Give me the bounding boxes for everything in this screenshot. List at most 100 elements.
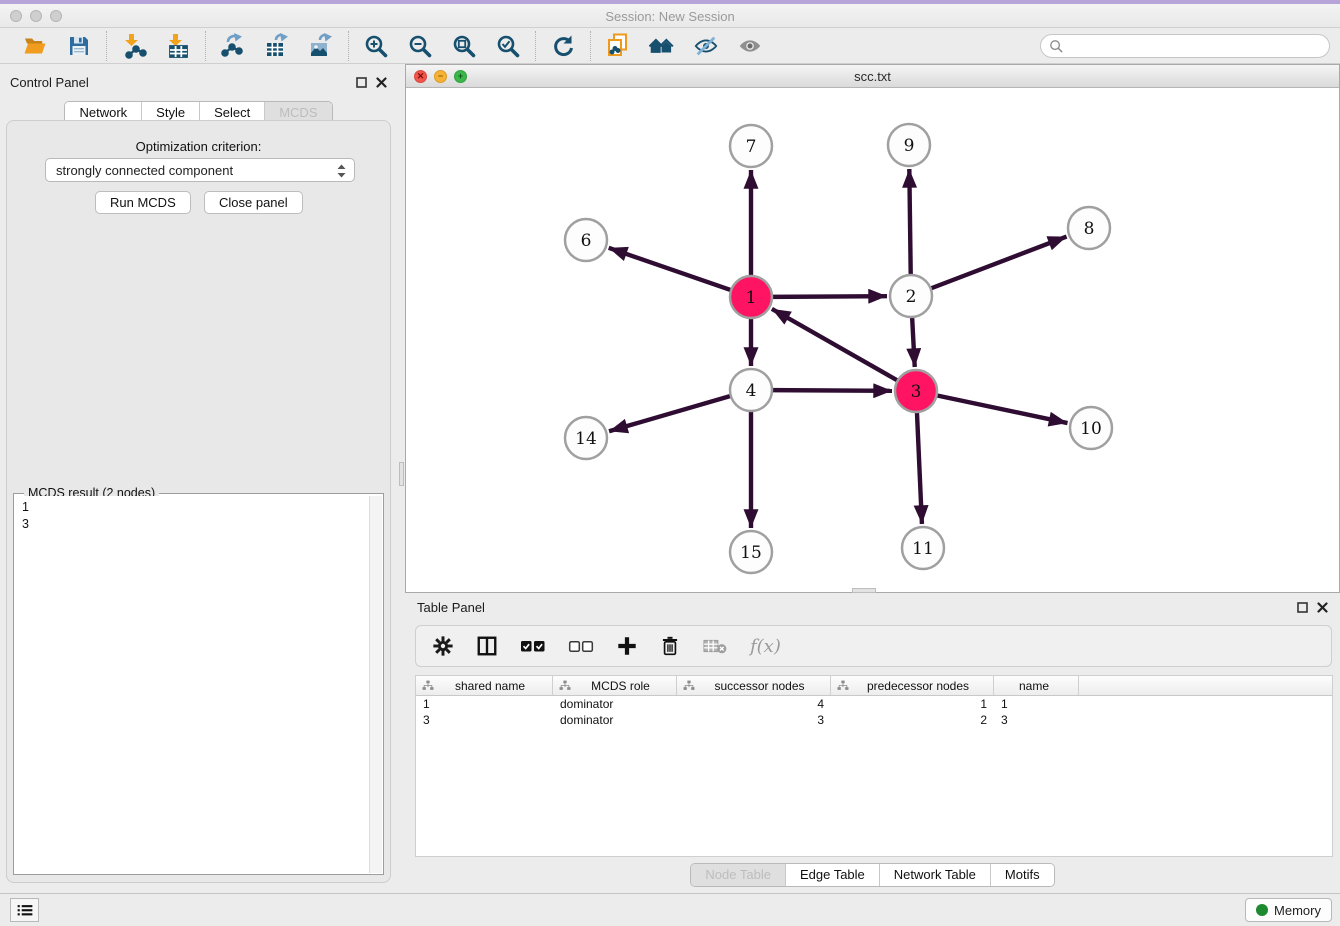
select-all-icon[interactable] bbox=[520, 637, 546, 655]
export-table-icon[interactable] bbox=[264, 33, 290, 59]
control-panel-title: Control Panel bbox=[10, 75, 89, 90]
mcds-panel-body: Optimization criterion: strongly connect… bbox=[6, 120, 391, 883]
tab-network-table[interactable]: Network Table bbox=[879, 864, 990, 886]
zoom-fit-icon[interactable] bbox=[451, 33, 477, 59]
horizontal-splitter-handle[interactable] bbox=[852, 588, 876, 593]
tab-node-table[interactable]: Node Table bbox=[691, 864, 785, 886]
network-view-window: ✕ − + scc.txt 7968124314101511 bbox=[405, 64, 1340, 593]
show-all-icon[interactable] bbox=[737, 33, 763, 59]
column-type-icon bbox=[422, 680, 434, 691]
search-input[interactable] bbox=[1040, 34, 1330, 58]
graph-node-label-15: 15 bbox=[740, 543, 762, 563]
main-toolbar bbox=[0, 28, 1340, 64]
open-session-icon[interactable] bbox=[22, 33, 48, 59]
column-header-name[interactable]: name bbox=[994, 676, 1079, 695]
status-bar: Memory bbox=[0, 893, 1340, 926]
network-canvas[interactable]: 7968124314101511 bbox=[406, 88, 1339, 592]
graph-edge-2-9[interactable] bbox=[909, 169, 910, 275]
cell-mcds-role[interactable]: dominator bbox=[553, 713, 677, 727]
graph-edge-2-8[interactable] bbox=[931, 237, 1067, 289]
close-panel-icon[interactable] bbox=[376, 77, 387, 88]
first-neighbors-icon[interactable] bbox=[649, 33, 675, 59]
criterion-value: strongly connected component bbox=[56, 163, 233, 178]
zoom-selected-icon[interactable] bbox=[495, 33, 521, 59]
cell-name[interactable]: 3 bbox=[994, 713, 1079, 727]
optimization-criterion-label: Optimization criterion: bbox=[7, 139, 390, 154]
graph-edges[interactable] bbox=[609, 169, 1068, 528]
memory-label: Memory bbox=[1274, 903, 1321, 918]
table-row[interactable]: 1 dominator 4 1 1 bbox=[416, 696, 1332, 712]
column-selector-icon[interactable] bbox=[476, 635, 498, 657]
export-network-icon[interactable] bbox=[220, 33, 246, 59]
cell-shared-name[interactable]: 1 bbox=[416, 697, 553, 711]
import-table-icon[interactable] bbox=[165, 33, 191, 59]
add-column-icon[interactable] bbox=[616, 635, 638, 657]
criterion-select[interactable]: strongly connected component bbox=[45, 158, 355, 182]
cell-predecessor-nodes[interactable]: 1 bbox=[831, 697, 994, 711]
vertical-splitter-handle[interactable] bbox=[399, 462, 404, 486]
tab-motifs[interactable]: Motifs bbox=[990, 864, 1054, 886]
graph-edge-1-6[interactable] bbox=[609, 248, 731, 290]
zoom-in-icon[interactable] bbox=[363, 33, 389, 59]
table-toolbar: f(x) bbox=[415, 625, 1332, 667]
graph-edge-4-14[interactable] bbox=[609, 396, 731, 431]
graph-edge-4-3[interactable] bbox=[772, 390, 892, 391]
graph-node-label-11: 11 bbox=[912, 539, 934, 559]
graph-node-label-2: 2 bbox=[906, 287, 917, 307]
fx-label: f(x) bbox=[750, 636, 781, 657]
import-network-icon[interactable] bbox=[121, 33, 147, 59]
tab-edge-table[interactable]: Edge Table bbox=[785, 864, 879, 886]
search-icon bbox=[1049, 39, 1064, 54]
cell-successor-nodes[interactable]: 3 bbox=[677, 713, 831, 727]
cell-mcds-role[interactable]: dominator bbox=[553, 697, 677, 711]
select-stepper-icon bbox=[336, 163, 347, 179]
graph-node-label-7: 7 bbox=[746, 137, 757, 157]
deselect-all-icon[interactable] bbox=[568, 637, 594, 655]
task-history-button[interactable] bbox=[10, 898, 39, 922]
network-window-titlebar[interactable]: ✕ − + scc.txt bbox=[406, 65, 1339, 88]
graph-node-label-10: 10 bbox=[1080, 419, 1102, 439]
close-table-panel-icon[interactable] bbox=[1317, 602, 1328, 613]
graph-node-label-1: 1 bbox=[746, 288, 757, 308]
graph-node-label-9: 9 bbox=[904, 136, 915, 156]
column-header-predecessor-nodes[interactable]: predecessor nodes bbox=[831, 676, 994, 695]
graph-edge-3-10[interactable] bbox=[937, 395, 1068, 423]
mcds-result-list[interactable]: 1 3 bbox=[15, 496, 370, 873]
graph-node-label-8: 8 bbox=[1084, 219, 1095, 239]
column-header-shared-name[interactable]: shared name bbox=[416, 676, 553, 695]
table-panel-title: Table Panel bbox=[417, 600, 485, 615]
float-panel-icon[interactable] bbox=[356, 77, 367, 88]
memory-status-icon bbox=[1256, 904, 1268, 916]
table-tabs: Node Table Edge Table Network Table Moti… bbox=[405, 863, 1340, 887]
close-panel-button[interactable]: Close panel bbox=[204, 191, 303, 214]
cell-successor-nodes[interactable]: 4 bbox=[677, 697, 831, 711]
column-type-icon bbox=[559, 680, 571, 691]
run-mcds-button[interactable]: Run MCDS bbox=[95, 191, 191, 214]
delete-table-icon bbox=[702, 636, 728, 656]
float-table-panel-icon[interactable] bbox=[1297, 602, 1308, 613]
new-network-from-selection-icon[interactable] bbox=[605, 33, 631, 59]
table-header-row: shared name MCDS role successor nodes pr… bbox=[416, 676, 1332, 696]
graph-node-label-4: 4 bbox=[746, 381, 757, 401]
save-session-icon[interactable] bbox=[66, 33, 92, 59]
graph-edge-2-3[interactable] bbox=[912, 317, 915, 367]
zoom-out-icon[interactable] bbox=[407, 33, 433, 59]
hide-selected-icon[interactable] bbox=[693, 33, 719, 59]
table-settings-icon[interactable] bbox=[432, 635, 454, 657]
network-title: scc.txt bbox=[406, 69, 1339, 84]
column-header-mcds-role[interactable]: MCDS role bbox=[553, 676, 677, 695]
cell-predecessor-nodes[interactable]: 2 bbox=[831, 713, 994, 727]
graph-edge-3-1[interactable] bbox=[772, 309, 898, 381]
cell-shared-name[interactable]: 3 bbox=[416, 713, 553, 727]
export-image-icon[interactable] bbox=[308, 33, 334, 59]
refresh-icon[interactable] bbox=[550, 33, 576, 59]
mcds-result-scrollbar[interactable] bbox=[369, 496, 382, 873]
delete-column-icon[interactable] bbox=[660, 635, 680, 657]
table-panel: Table Panel f(x) bbox=[405, 595, 1340, 890]
memory-button[interactable]: Memory bbox=[1245, 898, 1332, 922]
table-row[interactable]: 3 dominator 3 2 3 bbox=[416, 712, 1332, 728]
cell-name[interactable]: 1 bbox=[994, 697, 1079, 711]
graph-edge-3-11[interactable] bbox=[917, 412, 922, 524]
graph-edge-1-2[interactable] bbox=[772, 296, 887, 297]
column-header-successor-nodes[interactable]: successor nodes bbox=[677, 676, 831, 695]
